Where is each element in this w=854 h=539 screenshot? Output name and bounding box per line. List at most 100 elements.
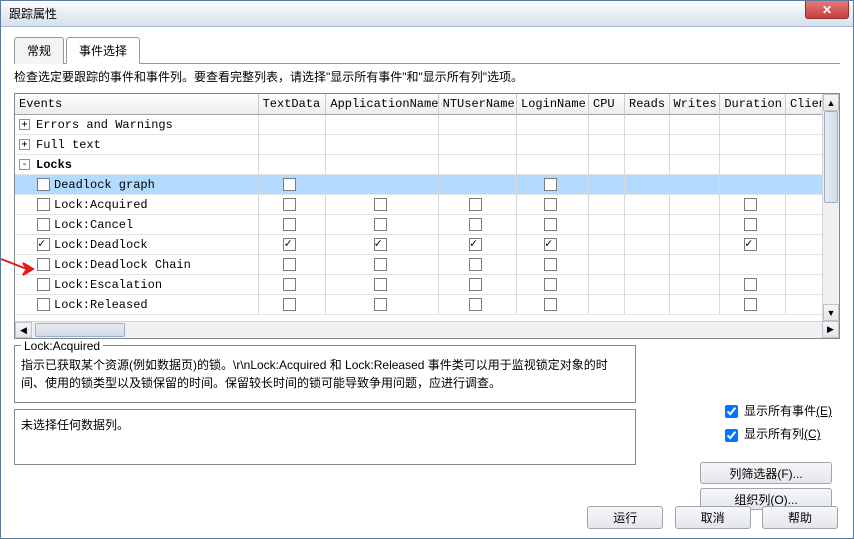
- cell-checkbox[interactable]: [544, 258, 557, 271]
- col-ntuser[interactable]: NTUserName: [439, 94, 517, 115]
- cell-checkbox[interactable]: [374, 298, 387, 311]
- tab-events[interactable]: 事件选择: [66, 37, 140, 64]
- event-label: Lock:Released: [54, 298, 148, 312]
- col-reads[interactable]: Reads: [625, 94, 669, 115]
- event-checkbox[interactable]: [37, 298, 50, 311]
- cell-checkbox[interactable]: [544, 298, 557, 311]
- scroll-down-icon[interactable]: ▼: [823, 304, 839, 321]
- cell-checkbox[interactable]: [469, 238, 482, 251]
- scroll-right-icon[interactable]: ▶: [822, 321, 839, 338]
- grid-header: Events TextData ApplicationName NTUserNa…: [15, 94, 839, 115]
- cell-checkbox[interactable]: [744, 218, 757, 231]
- event-checkbox[interactable]: [37, 218, 50, 231]
- instruction-text: 检查选定要跟踪的事件和事件列。要查看完整列表，请选择"显示所有事件"和"显示所有…: [14, 68, 840, 85]
- cell-checkbox[interactable]: [374, 278, 387, 291]
- col-login[interactable]: LoginName: [517, 94, 589, 115]
- tab-general[interactable]: 常规: [14, 37, 64, 64]
- event-label: Deadlock graph: [54, 178, 155, 192]
- cell-checkbox[interactable]: [283, 198, 296, 211]
- client-area: 常规 事件选择 检查选定要跟踪的事件和事件列。要查看完整列表，请选择"显示所有事…: [2, 28, 852, 537]
- group-label: Locks: [36, 158, 72, 172]
- col-duration[interactable]: Duration: [720, 94, 786, 115]
- cell-checkbox[interactable]: [283, 278, 296, 291]
- close-button[interactable]: ✕: [805, 1, 849, 19]
- group-row-fulltext[interactable]: + Full text: [15, 135, 839, 155]
- event-checkbox[interactable]: [37, 178, 50, 191]
- show-options: 显示所有事件(E) 显示所有列(C): [721, 398, 832, 449]
- event-checkbox[interactable]: [37, 238, 50, 251]
- cell-checkbox[interactable]: [374, 198, 387, 211]
- event-row-lock-released[interactable]: Lock:Released: [15, 295, 839, 315]
- footer-buttons: 运行 取消 帮助: [579, 506, 838, 529]
- group-label: Full text: [36, 138, 101, 152]
- column-filter-button[interactable]: 列筛选器(F)...: [700, 462, 832, 484]
- cell-checkbox[interactable]: [469, 298, 482, 311]
- column-description-box: 未选择任何数据列。: [14, 409, 636, 465]
- event-row-lock-escalation[interactable]: Lock:Escalation: [15, 275, 839, 295]
- cell-checkbox[interactable]: [544, 238, 557, 251]
- cell-checkbox[interactable]: [469, 198, 482, 211]
- scroll-thumb[interactable]: [824, 111, 838, 203]
- horizontal-scrollbar[interactable]: ◀: [15, 321, 822, 338]
- checkbox[interactable]: [725, 429, 738, 442]
- cell-checkbox[interactable]: [469, 218, 482, 231]
- cell-checkbox[interactable]: [374, 238, 387, 251]
- event-checkbox[interactable]: [37, 258, 50, 271]
- cell-checkbox[interactable]: [374, 218, 387, 231]
- cell-checkbox[interactable]: [544, 278, 557, 291]
- event-row-lock-acquired[interactable]: Lock:Acquired: [15, 195, 839, 215]
- collapse-icon[interactable]: -: [19, 159, 30, 170]
- event-row-lock-cancel[interactable]: Lock:Cancel: [15, 215, 839, 235]
- dialog-window: 跟踪属性 ✕ 常规 事件选择 检查选定要跟踪的事件和事件列。要查看完整列表，请选…: [0, 0, 854, 539]
- show-all-columns-checkbox[interactable]: 显示所有列(C): [721, 425, 832, 444]
- checkbox[interactable]: [725, 405, 738, 418]
- cell-checkbox[interactable]: [544, 218, 557, 231]
- cell-checkbox[interactable]: [469, 258, 482, 271]
- cell-checkbox[interactable]: [283, 258, 296, 271]
- col-cpu[interactable]: CPU: [589, 94, 625, 115]
- expand-icon[interactable]: +: [19, 119, 30, 130]
- col-events[interactable]: Events: [15, 94, 259, 115]
- cell-checkbox[interactable]: [744, 238, 757, 251]
- run-button[interactable]: 运行: [587, 506, 663, 529]
- vertical-scrollbar[interactable]: ▲ ▼: [822, 94, 839, 321]
- cell-checkbox[interactable]: [544, 198, 557, 211]
- cell-checkbox[interactable]: [744, 298, 757, 311]
- cell-checkbox[interactable]: [374, 258, 387, 271]
- group-row-locks[interactable]: -Locks: [15, 155, 839, 175]
- event-label: Lock:Acquired: [54, 198, 148, 212]
- help-button[interactable]: 帮助: [762, 506, 838, 529]
- cell-checkbox[interactable]: [283, 238, 296, 251]
- cell-checkbox[interactable]: [283, 178, 296, 191]
- cell-checkbox[interactable]: [744, 278, 757, 291]
- events-grid: Events TextData ApplicationName NTUserNa…: [14, 93, 840, 339]
- description-legend: Lock:Acquired: [21, 339, 103, 353]
- col-appname[interactable]: ApplicationName: [326, 94, 438, 115]
- cell-checkbox[interactable]: [283, 218, 296, 231]
- col-textdata[interactable]: TextData: [259, 94, 327, 115]
- cell-checkbox[interactable]: [469, 278, 482, 291]
- description-box: Lock:Acquired 指示已获取某个资源(例如数据页)的锁。\r\nLoc…: [14, 345, 636, 403]
- scroll-left-icon[interactable]: ◀: [15, 322, 32, 338]
- window-title: 跟踪属性: [9, 5, 57, 22]
- cell-checkbox[interactable]: [744, 198, 757, 211]
- event-row-lock-deadlock[interactable]: Lock:Deadlock: [15, 235, 839, 255]
- titlebar: 跟踪属性 ✕: [1, 1, 853, 27]
- event-row-lock-deadlock-chain[interactable]: Lock:Deadlock Chain: [15, 255, 839, 275]
- cell-checkbox[interactable]: [283, 298, 296, 311]
- description-text: 指示已获取某个资源(例如数据页)的锁。\r\nLock:Acquired 和 L…: [21, 356, 629, 392]
- no-columns-text: 未选择任何数据列。: [21, 418, 129, 432]
- scroll-thumb[interactable]: [35, 323, 125, 337]
- event-checkbox[interactable]: [37, 278, 50, 291]
- col-writes[interactable]: Writes: [670, 94, 721, 115]
- cancel-button[interactable]: 取消: [675, 506, 751, 529]
- show-all-events-checkbox[interactable]: 显示所有事件(E): [721, 402, 832, 421]
- group-row-errors[interactable]: + Errors and Warnings: [15, 115, 839, 135]
- event-checkbox[interactable]: [37, 198, 50, 211]
- cell-checkbox[interactable]: [544, 178, 557, 191]
- scroll-up-icon[interactable]: ▲: [823, 94, 839, 111]
- event-label: Lock:Cancel: [54, 218, 133, 232]
- event-row-deadlock-graph[interactable]: Deadlock graph: [15, 175, 839, 195]
- group-label: Errors and Warnings: [36, 118, 173, 132]
- expand-icon[interactable]: +: [19, 139, 30, 150]
